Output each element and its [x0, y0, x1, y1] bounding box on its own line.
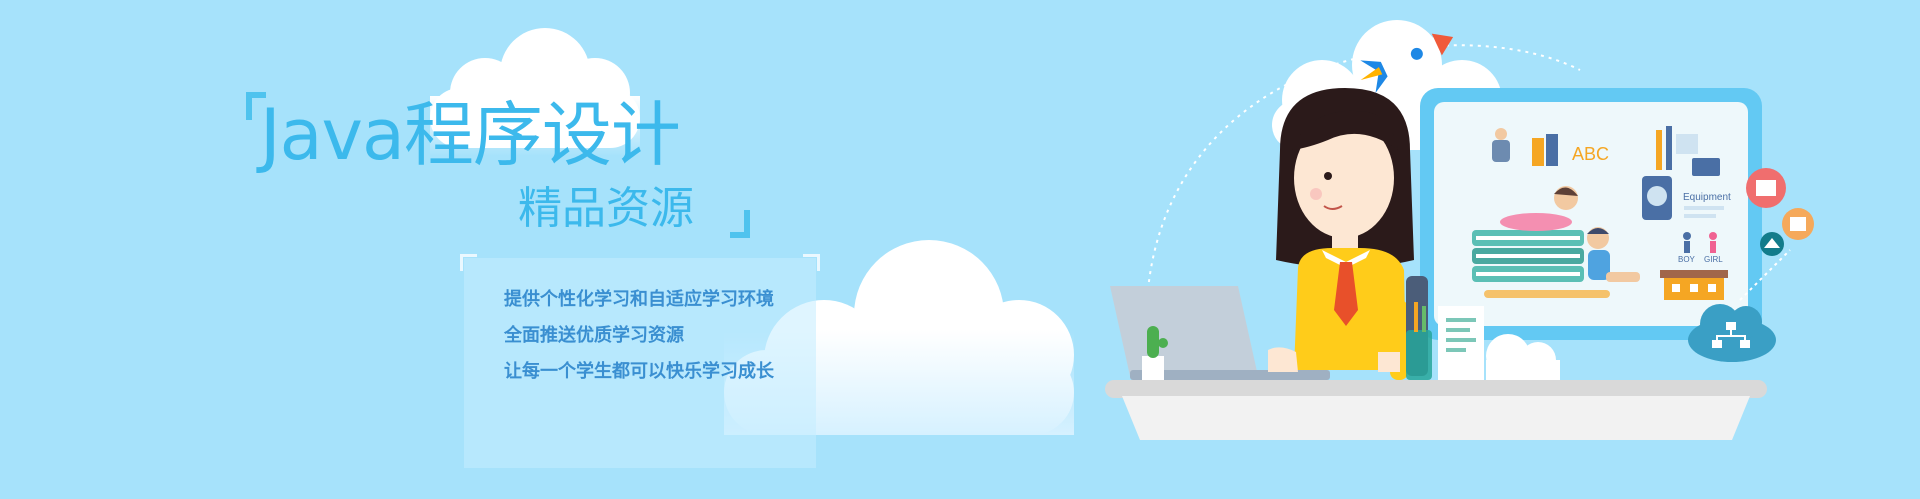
id-card-icon [1692, 158, 1720, 176]
feature-item: 让每一个学生都可以快乐学习成长 [504, 361, 774, 382]
equipment-label: Equipment [1683, 192, 1731, 203]
box-corner-top-left [460, 254, 477, 271]
cloud-behind-desk [1486, 334, 1560, 380]
bracket-close [730, 210, 750, 238]
boy-label: BOY [1678, 255, 1696, 264]
box-corner-top-right [803, 254, 820, 271]
title-block: Java程序设计 精品资源 [240, 88, 760, 248]
desk-body [1122, 396, 1750, 440]
rocket-icon [1360, 33, 1454, 93]
school-building-icon [1660, 270, 1728, 300]
girl-hand [1268, 347, 1298, 372]
abc-label: ABC [1572, 144, 1609, 164]
girl-character [1276, 88, 1414, 380]
student-illustration: ABC Equipment BOY GIRL [1105, 33, 1814, 440]
desk-top [1105, 380, 1767, 398]
page-subtitle: 精品资源 [518, 183, 694, 234]
document-paper [1438, 306, 1484, 380]
school-icon [1760, 232, 1784, 256]
girl-label: GIRL [1704, 255, 1723, 264]
tablet-icon [1642, 176, 1672, 220]
hero-banner: Java程序设计 精品资源 提供个性化学习和自适应学习环境 全面推送优质学习资源… [0, 0, 1920, 499]
feature-item: 全面推送优质学习资源 [504, 325, 684, 346]
page-title: Java程序设计 [260, 94, 681, 176]
newspaper-icon [1746, 168, 1786, 208]
calendar-icon [1782, 208, 1814, 240]
feature-item: 提供个性化学习和自适应学习环境 [504, 289, 774, 310]
feature-box: 提供个性化学习和自适应学习环境 全面推送优质学习资源 让每一个学生都可以快乐学习… [460, 254, 820, 468]
